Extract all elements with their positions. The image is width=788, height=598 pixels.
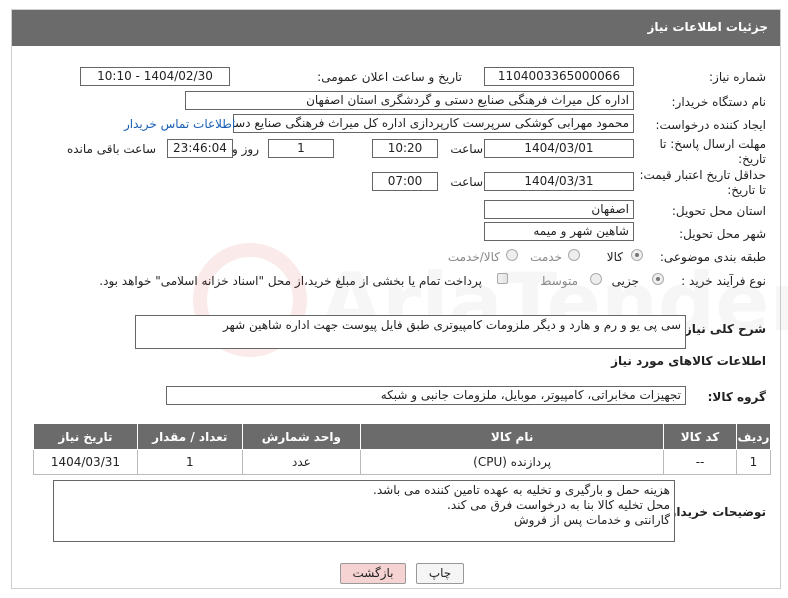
goods-section-title: اطلاعات کالاهای مورد نیاز — [611, 354, 766, 368]
table-row: 1 -- پردازنده (CPU) عدد 1 1404/03/31 — [33, 449, 772, 475]
goods-table-header: ردیف کد کالا نام کالا واحد شمارش تعداد /… — [33, 423, 772, 450]
contact-buyer-link[interactable]: اطلاعات تماس خریدار — [124, 117, 235, 131]
buyer-note-line: هزینه حمل و بارگیری و تخلیه به عهده تامی… — [373, 483, 670, 497]
requester-field: محمود مهرابی کوشکی سرپرست کارپردازی ادار… — [233, 114, 634, 133]
requester-label: ایجاد کننده درخواست: — [655, 118, 766, 132]
buyer-notes-textarea: هزینه حمل و بارگیری و تخلیه به عهده تامی… — [53, 480, 675, 542]
days-label: روز و — [232, 142, 259, 156]
category-option-service: خدمت — [530, 250, 562, 264]
validity-label-1: حداقل تاریخ اعتبار قیمت: — [639, 168, 766, 182]
announce-label: تاریخ و ساعت اعلان عمومی: — [317, 70, 462, 84]
process-label: نوع فرآیند خرید : — [681, 274, 766, 288]
remaining-label: ساعت باقی مانده — [66, 142, 156, 156]
print-button[interactable]: چاپ — [416, 563, 464, 584]
panel-header: جزئیات اطلاعات نیاز — [12, 10, 780, 46]
col-unit: واحد شمارش — [241, 423, 362, 450]
process-option-medium: متوسط — [540, 274, 578, 288]
col-name: نام کالا — [360, 423, 665, 450]
description-textarea: سی پی یو و رم و هارد و دیگر ملزومات کامپ… — [135, 315, 686, 349]
announce-field: 1404/02/30 - 10:10 — [80, 67, 230, 86]
cell-row: 1 — [735, 449, 772, 475]
deadline-time-label: ساعت — [450, 142, 483, 156]
col-row: ردیف — [735, 423, 772, 450]
cell-unit: عدد — [241, 449, 362, 475]
province-field: اصفهان — [484, 200, 634, 219]
buyer-org-field: اداره کل میراث فرهنگی صنایع دستی و گردشگ… — [185, 91, 634, 110]
deadline-date-field: 1404/03/01 — [484, 139, 634, 158]
validity-time-field: 07:00 — [372, 172, 438, 191]
category-option-goods-service: کالا/خدمت — [447, 250, 500, 264]
buyer-org-label: نام دستگاه خریدار: — [671, 95, 767, 109]
col-code: کد کالا — [663, 423, 737, 450]
category-option-goods: کالا — [606, 250, 623, 264]
process-radio-minor[interactable] — [652, 273, 664, 285]
category-label: طبقه بندی موضوعی: — [659, 250, 766, 264]
payment-checkbox[interactable] — [497, 273, 508, 284]
buyer-note-line: گارانتی و خدمات پس از فروش — [514, 513, 670, 527]
goods-group-label: گروه کالا: — [707, 390, 766, 404]
process-option-minor: جزیی — [611, 274, 639, 288]
deadline-label-2: تاریخ: — [738, 152, 766, 166]
goods-group-field: تجهیزات مخابراتی، کامپیوتر، موبایل، ملزو… — [166, 386, 686, 405]
days-field: 1 — [268, 139, 334, 158]
category-radio-goods[interactable] — [631, 249, 643, 261]
province-label: استان محل تحویل: — [671, 204, 766, 218]
description-text: سی پی یو و رم و هارد و دیگر ملزومات کامپ… — [222, 318, 681, 332]
buyer-notes-label: توضیحات خریدار: — [664, 505, 766, 519]
col-qty: تعداد / مقدار — [136, 423, 243, 450]
cell-qty: 1 — [136, 449, 243, 475]
category-radio-service[interactable] — [568, 249, 580, 261]
deadline-label-1: مهلت ارسال پاسخ: تا — [659, 137, 766, 151]
validity-date-field: 1404/03/31 — [484, 172, 634, 191]
cell-code: -- — [663, 449, 737, 475]
payment-note: پرداخت تمام یا بخشی از مبلغ خرید،از محل … — [99, 274, 482, 288]
description-label: شرح کلی نیاز: — [680, 322, 766, 336]
city-label: شهر محل تحویل: — [679, 227, 766, 241]
validity-label-2: تا تاریخ: — [727, 183, 766, 197]
need-number-field: 1104003365000066 — [484, 67, 634, 86]
back-button[interactable]: بازگشت — [340, 563, 406, 584]
remaining-time-field: 23:46:04 — [167, 139, 233, 158]
deadline-time-field: 10:20 — [372, 139, 438, 158]
cell-name: پردازنده (CPU) — [360, 449, 665, 475]
panel-title: جزئیات اطلاعات نیاز — [647, 20, 768, 34]
buyer-note-line: محل تخلیه کالا بنا به درخواست فرق می کند… — [447, 498, 670, 512]
city-field: شاهین شهر و میمه — [484, 222, 634, 241]
process-radio-medium[interactable] — [590, 273, 602, 285]
need-number-label: شماره نیاز: — [709, 70, 766, 84]
goods-table: ردیف کد کالا نام کالا واحد شمارش تعداد /… — [33, 423, 772, 475]
cell-date: 1404/03/31 — [33, 449, 138, 475]
category-radio-goods-service[interactable] — [506, 249, 518, 261]
col-date: تاریخ نیاز — [33, 423, 138, 450]
validity-time-label: ساعت — [450, 175, 483, 189]
